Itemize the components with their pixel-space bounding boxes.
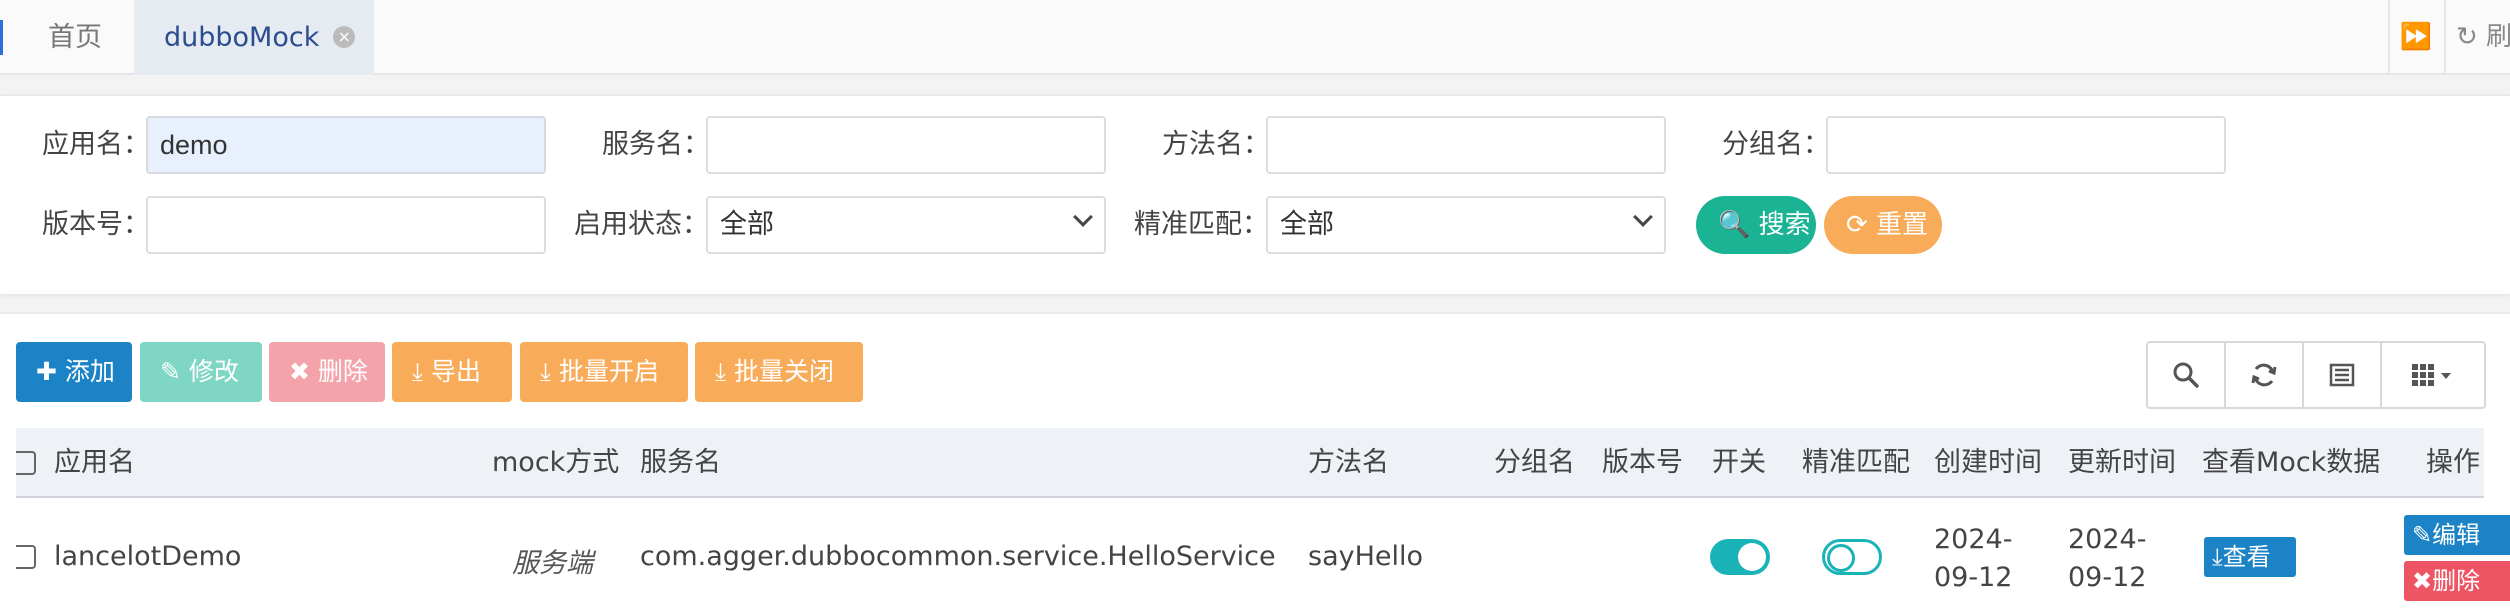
method-name-input[interactable]	[1266, 116, 1666, 174]
tab-divider	[2388, 0, 2390, 75]
batch-disable-button[interactable]: ⤓ 批量关闭	[695, 342, 863, 402]
row-delete-button[interactable]: ✖删除	[2404, 561, 2510, 601]
exact-match-label: 精准匹配：	[1134, 209, 1269, 240]
header-mock-type[interactable]: mock方式	[492, 428, 619, 498]
cell-created-date: 2024-	[1934, 524, 2013, 555]
version-label: 版本号：	[42, 209, 150, 240]
exact-match-toggle[interactable]	[1822, 539, 1882, 575]
export-button[interactable]: ⤓ 导出	[392, 342, 512, 402]
header-updated[interactable]: 更新时间	[2068, 428, 2176, 498]
header-version[interactable]: 版本号	[1602, 428, 1683, 498]
close-icon[interactable]: ×	[333, 25, 356, 48]
table-header: 应用名 mock方式 服务名 方法名 分组名 版本号 开关 精准匹配 创建时间 …	[16, 428, 2484, 498]
app-name-label: 应用名：	[42, 129, 150, 160]
refresh-tab-button[interactable]: ↻ 刷	[2456, 0, 2510, 75]
header-exact[interactable]: 精准匹配	[1802, 428, 1910, 498]
chevron-down-icon	[1633, 207, 1653, 227]
batch-enable-button[interactable]: ⤓ 批量开启	[520, 342, 688, 402]
header-created[interactable]: 创建时间	[1934, 428, 2042, 498]
group-name-label: 分组名：	[1722, 129, 1830, 160]
tab-home[interactable]: 首页	[48, 0, 102, 75]
add-button[interactable]: ✚ 添加	[16, 342, 132, 402]
exact-match-value: 全部	[1280, 209, 1334, 240]
exact-match-select[interactable]: 全部	[1266, 196, 1666, 254]
enable-status-label: 启用状态：	[574, 209, 709, 240]
cell-method: sayHello	[1308, 541, 1424, 572]
tab-divider	[2444, 0, 2446, 75]
cell-created-time: 09-12	[1934, 562, 2013, 593]
view-mock-button[interactable]: ⤓查看	[2204, 537, 2296, 577]
table-tools	[2146, 341, 2486, 409]
group-name-input[interactable]	[1826, 116, 2226, 174]
cell-updated-time: 09-12	[2068, 562, 2147, 593]
service-name-input[interactable]	[706, 116, 1106, 174]
cell-app: lancelotDemo	[54, 541, 242, 572]
header-method[interactable]: 方法名	[1308, 428, 1389, 498]
tab-dubbomock-label: dubboMock	[164, 22, 320, 53]
cell-service: com.agger.dubbocommon.service.HelloServi…	[640, 541, 1276, 572]
service-name-label: 服务名：	[602, 129, 710, 160]
search-icon[interactable]	[2148, 343, 2226, 407]
scroll-forward-icon[interactable]: ⏩	[2392, 0, 2440, 75]
header-group[interactable]: 分组名	[1494, 428, 1575, 498]
method-name-label: 方法名：	[1162, 129, 1270, 160]
header-view-mock[interactable]: 查看Mock数据	[2202, 428, 2380, 498]
refresh-icon[interactable]	[2226, 343, 2304, 407]
enable-status-select[interactable]: 全部	[706, 196, 1106, 254]
header-switch[interactable]: 开关	[1712, 428, 1766, 498]
enable-status-value: 全部	[720, 209, 774, 240]
row-edit-button[interactable]: ✎编辑	[2404, 515, 2510, 555]
edit-button[interactable]: ✎ 修改	[140, 342, 262, 402]
search-button[interactable]: 🔍 搜索	[1696, 196, 1816, 254]
toggle-knob	[1827, 544, 1855, 572]
chevron-down-icon	[1073, 207, 1093, 227]
header-ops[interactable]: 操作	[2426, 428, 2480, 498]
tab-dubbomock[interactable]: dubboMock ×	[134, 0, 374, 75]
header-service[interactable]: 服务名	[640, 428, 721, 498]
delete-button[interactable]: ✖ 删除	[269, 342, 385, 402]
header-app[interactable]: 应用名	[54, 428, 135, 498]
list-icon[interactable]	[2304, 343, 2382, 407]
row-checkbox[interactable]	[16, 545, 36, 569]
toggle-knob	[1738, 543, 1766, 571]
columns-icon[interactable]	[2382, 343, 2482, 407]
reset-button[interactable]: ⟳ 重置	[1824, 196, 1942, 254]
tab-bar: 首页 dubboMock × ⏩ ↻ 刷	[0, 0, 2510, 75]
cell-updated-date: 2024-	[2068, 524, 2147, 555]
switch-toggle[interactable]	[1710, 539, 1770, 575]
app-name-input[interactable]: demo	[146, 116, 546, 174]
tab-left-edge	[0, 20, 3, 55]
version-input[interactable]	[146, 196, 546, 254]
select-all-checkbox[interactable]	[16, 451, 36, 475]
cell-mock-type: 服务端	[512, 548, 593, 579]
